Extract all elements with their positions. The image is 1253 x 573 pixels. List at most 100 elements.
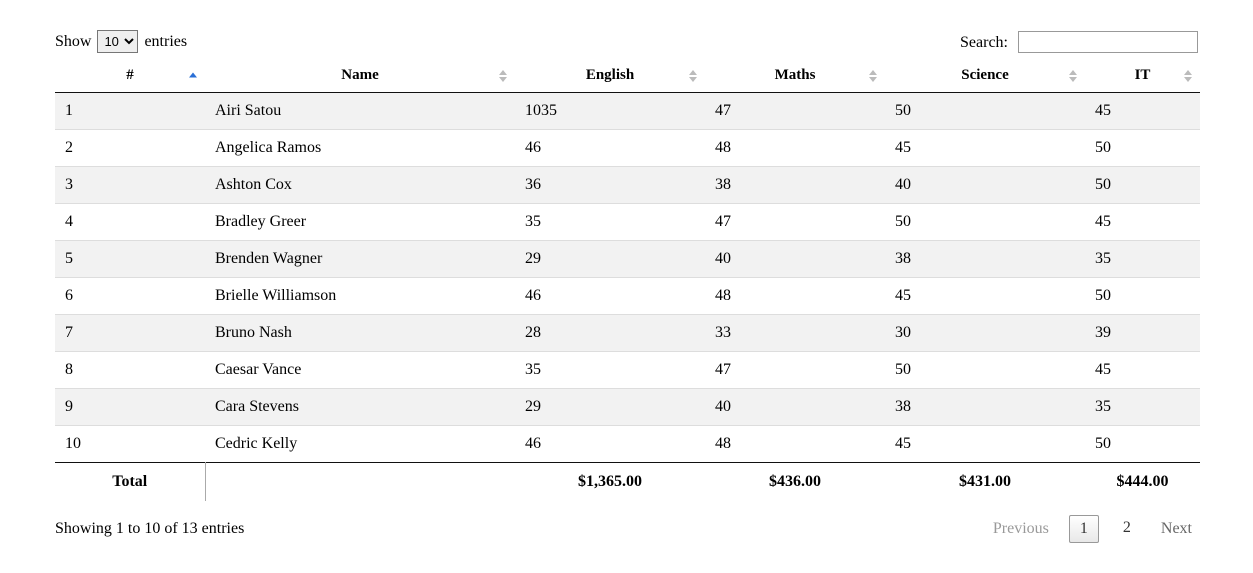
cell-idx: 2 bbox=[55, 130, 205, 167]
cell-science: 45 bbox=[885, 130, 1085, 167]
cell-english: 29 bbox=[515, 241, 705, 278]
search-label: Search: bbox=[960, 34, 1008, 51]
cell-name: Angelica Ramos bbox=[205, 130, 515, 167]
table-footer-row: Total $1,365.00 $436.00 $431.00 $444.00 bbox=[55, 463, 1200, 502]
data-table: # Name English Maths Science IT bbox=[55, 59, 1200, 501]
cell-english: 1035 bbox=[515, 93, 705, 130]
cell-idx: 5 bbox=[55, 241, 205, 278]
cell-maths: 48 bbox=[705, 278, 885, 315]
cell-maths: 47 bbox=[705, 93, 885, 130]
cell-maths: 40 bbox=[705, 241, 885, 278]
next-button[interactable]: Next bbox=[1155, 516, 1198, 542]
length-prefix: Show bbox=[55, 33, 91, 50]
col-header-english[interactable]: English bbox=[515, 59, 705, 93]
col-header-label: IT bbox=[1135, 67, 1151, 83]
footer-maths-total: $436.00 bbox=[705, 463, 885, 502]
cell-maths: 48 bbox=[705, 130, 885, 167]
cell-name: Bradley Greer bbox=[205, 204, 515, 241]
cell-english: 35 bbox=[515, 352, 705, 389]
cell-english: 35 bbox=[515, 204, 705, 241]
col-header-label: Name bbox=[341, 67, 379, 83]
col-header-label: # bbox=[126, 67, 134, 83]
sort-asc-icon bbox=[189, 72, 197, 79]
table-header-row: # Name English Maths Science IT bbox=[55, 59, 1200, 93]
cell-name: Bruno Nash bbox=[205, 315, 515, 352]
length-select[interactable]: 10 bbox=[97, 30, 138, 53]
col-header-index[interactable]: # bbox=[55, 59, 205, 93]
footer-blank bbox=[205, 463, 515, 502]
cell-science: 50 bbox=[885, 93, 1085, 130]
previous-button[interactable]: Previous bbox=[987, 516, 1055, 542]
cell-science: 30 bbox=[885, 315, 1085, 352]
col-header-label: Maths bbox=[775, 67, 816, 83]
col-header-label: Science bbox=[961, 67, 1008, 83]
col-header-maths[interactable]: Maths bbox=[705, 59, 885, 93]
cell-idx: 9 bbox=[55, 389, 205, 426]
col-header-it[interactable]: IT bbox=[1085, 59, 1200, 93]
table-row: 3Ashton Cox36384050 bbox=[55, 167, 1200, 204]
cell-english: 46 bbox=[515, 130, 705, 167]
cell-maths: 38 bbox=[705, 167, 885, 204]
cell-english: 36 bbox=[515, 167, 705, 204]
pagination: Previous 12 Next bbox=[987, 515, 1198, 543]
cell-maths: 48 bbox=[705, 426, 885, 463]
length-control: Show 10 entries bbox=[55, 30, 187, 53]
cell-it: 50 bbox=[1085, 130, 1200, 167]
cell-name: Ashton Cox bbox=[205, 167, 515, 204]
cell-science: 45 bbox=[885, 278, 1085, 315]
table-row: 10Cedric Kelly46484550 bbox=[55, 426, 1200, 463]
cell-it: 35 bbox=[1085, 389, 1200, 426]
col-header-name[interactable]: Name bbox=[205, 59, 515, 93]
cell-name: Airi Satou bbox=[205, 93, 515, 130]
table-row: 7Bruno Nash28333039 bbox=[55, 315, 1200, 352]
cell-idx: 8 bbox=[55, 352, 205, 389]
cell-science: 50 bbox=[885, 204, 1085, 241]
search-input[interactable] bbox=[1018, 31, 1198, 53]
table-row: 6Brielle Williamson46484550 bbox=[55, 278, 1200, 315]
cell-maths: 47 bbox=[705, 204, 885, 241]
cell-idx: 6 bbox=[55, 278, 205, 315]
table-row: 2Angelica Ramos46484550 bbox=[55, 130, 1200, 167]
sort-both-icon bbox=[1184, 70, 1192, 82]
cell-science: 45 bbox=[885, 426, 1085, 463]
col-header-label: English bbox=[586, 67, 634, 83]
footer-english-total: $1,365.00 bbox=[515, 463, 705, 502]
cell-idx: 7 bbox=[55, 315, 205, 352]
col-header-science[interactable]: Science bbox=[885, 59, 1085, 93]
cell-idx: 1 bbox=[55, 93, 205, 130]
cell-english: 28 bbox=[515, 315, 705, 352]
cell-english: 29 bbox=[515, 389, 705, 426]
table-info: Showing 1 to 10 of 13 entries bbox=[55, 520, 244, 538]
page-number-1[interactable]: 1 bbox=[1069, 515, 1099, 543]
table-row: 9Cara Stevens29403835 bbox=[55, 389, 1200, 426]
cell-science: 38 bbox=[885, 241, 1085, 278]
cell-name: Brielle Williamson bbox=[205, 278, 515, 315]
cell-it: 35 bbox=[1085, 241, 1200, 278]
cell-it: 50 bbox=[1085, 426, 1200, 463]
page-number-2[interactable]: 2 bbox=[1113, 515, 1141, 543]
cell-it: 45 bbox=[1085, 93, 1200, 130]
cell-it: 50 bbox=[1085, 278, 1200, 315]
cell-name: Cara Stevens bbox=[205, 389, 515, 426]
cell-maths: 47 bbox=[705, 352, 885, 389]
cell-science: 38 bbox=[885, 389, 1085, 426]
cell-maths: 40 bbox=[705, 389, 885, 426]
cell-it: 39 bbox=[1085, 315, 1200, 352]
table-row: 8Caesar Vance35475045 bbox=[55, 352, 1200, 389]
cell-idx: 4 bbox=[55, 204, 205, 241]
cell-english: 46 bbox=[515, 426, 705, 463]
footer-science-total: $431.00 bbox=[885, 463, 1085, 502]
length-suffix: entries bbox=[144, 33, 187, 50]
cell-english: 46 bbox=[515, 278, 705, 315]
cell-maths: 33 bbox=[705, 315, 885, 352]
cell-name: Brenden Wagner bbox=[205, 241, 515, 278]
sort-both-icon bbox=[1069, 70, 1077, 82]
cell-name: Caesar Vance bbox=[205, 352, 515, 389]
table-row: 1Airi Satou1035475045 bbox=[55, 93, 1200, 130]
cell-it: 45 bbox=[1085, 352, 1200, 389]
cell-idx: 10 bbox=[55, 426, 205, 463]
table-row: 5Brenden Wagner29403835 bbox=[55, 241, 1200, 278]
footer-it-total: $444.00 bbox=[1085, 463, 1200, 502]
cell-name: Cedric Kelly bbox=[205, 426, 515, 463]
sort-both-icon bbox=[499, 70, 507, 82]
